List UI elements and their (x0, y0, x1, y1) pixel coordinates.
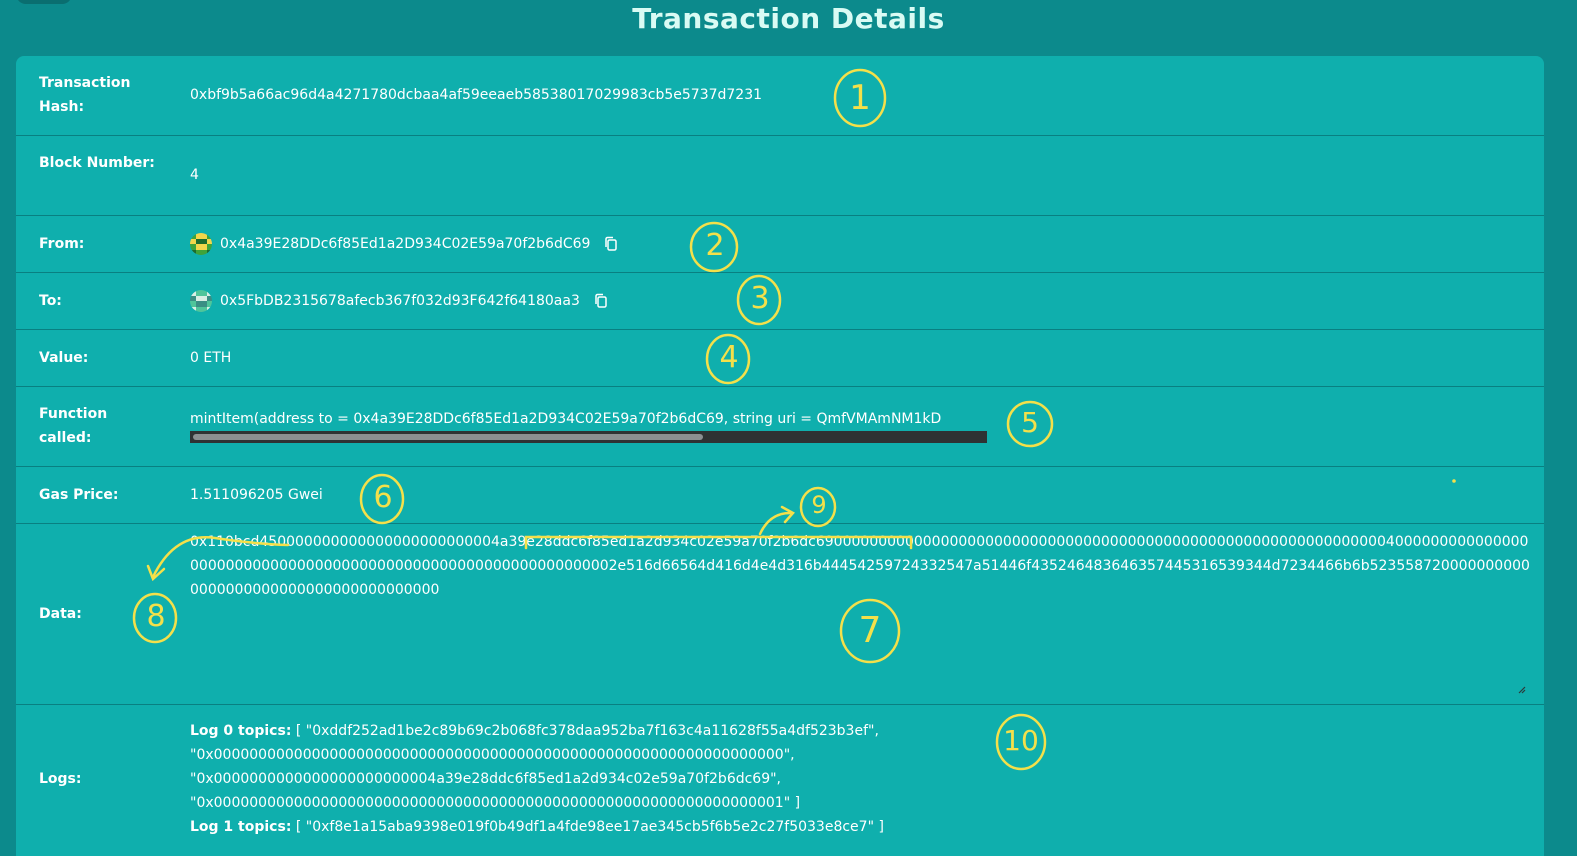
row-transaction-hash: Transaction Hash: 0xbf9b5a66ac96d4a42717… (16, 56, 1544, 136)
function-called-box[interactable]: mintItem(address to = 0x4a39E28DDc6f85Ed… (190, 407, 987, 443)
label-gas-price: Gas Price: (39, 487, 119, 503)
from-address-text: 0x4a39E28DDc6f85Ed1a2D934C02E59a70f2b6dC… (220, 236, 591, 252)
resize-handle-icon[interactable] (1516, 684, 1526, 694)
value-gas-price: 1.511096205 Gwei (190, 487, 323, 503)
annotation-label-6: 6 (373, 480, 393, 515)
annotation-label-10: 10 (1003, 724, 1039, 757)
to-address[interactable]: 0x5FbDB2315678afecb367f032d93F642f64180a… (190, 289, 608, 313)
annotation-label-4: 4 (719, 340, 739, 375)
horizontal-scrollbar[interactable] (190, 431, 987, 443)
annotation-label-9: 9 (811, 491, 827, 519)
page-title: Transaction Details (632, 2, 945, 35)
annotation-label-8: 8 (146, 599, 166, 634)
to-address-text: 0x5FbDB2315678afecb367f032d93F642f64180a… (220, 293, 580, 309)
function-called-scroll[interactable]: mintItem(address to = 0x4a39E28DDc6f85Ed… (190, 407, 987, 431)
row-logs: Logs: Log 0 topics: [ "0xddf252ad1be2c89… (16, 705, 1544, 856)
log-line: "0x0000000000000000000000000000000000000… (190, 747, 795, 763)
log-line: "0x0000000000000000000000004a39e28ddc6f8… (190, 771, 782, 787)
row-value: Value: 0 ETH (16, 330, 1544, 387)
label-logs: Logs: (39, 771, 82, 787)
label-transaction-hash: Transaction Hash: (39, 75, 131, 115)
transaction-details-card: Transaction Hash: 0xbf9b5a66ac96d4a42717… (16, 56, 1544, 856)
scrollbar-thumb[interactable] (193, 434, 703, 440)
label-to: To: (39, 293, 62, 309)
logs-list: Log 0 topics: [ "0xddf252ad1be2c89b69c2b… (190, 719, 884, 839)
annotation-label-7: 7 (858, 610, 882, 651)
log-line: Log 0 topics: [ "0xddf252ad1be2c89b69c2b… (190, 723, 879, 739)
annotation-label-2: 2 (705, 228, 725, 263)
from-avatar-icon (190, 233, 212, 255)
annotation-label-3: 3 (750, 281, 770, 316)
row-data: Data: 0x110bcd45000000000000000000000000… (16, 524, 1544, 705)
copy-icon[interactable] (594, 293, 608, 309)
label-value: Value: (39, 350, 89, 366)
to-avatar-icon (190, 290, 212, 312)
log-line: "0x0000000000000000000000000000000000000… (190, 795, 801, 811)
value-transaction-hash[interactable]: 0xbf9b5a66ac96d4a4271780dcbaa4af59eeaeb5… (190, 83, 762, 107)
label-from: From: (39, 236, 85, 252)
from-address[interactable]: 0x4a39E28DDc6f85Ed1a2D934C02E59a70f2b6dC… (190, 232, 618, 256)
row-block-number: Block Number: 4 (16, 136, 1544, 216)
row-function-called: Function called: mintItem(address to = 0… (16, 387, 1544, 467)
value-amount: 0 ETH (190, 350, 232, 366)
row-from: From: 0x4a39E28DDc6f85Ed1a2D934C02E59a70… (16, 216, 1544, 273)
copy-icon[interactable] (604, 236, 618, 252)
annotation-label-5: 5 (1021, 406, 1039, 439)
value-block-number: 4 (190, 167, 199, 183)
annotation-label-1: 1 (849, 78, 871, 118)
log-line: Log 1 topics: [ "0xf8e1a15aba9398e019f0b… (190, 819, 884, 835)
function-called-text: mintItem(address to = 0x4a39E28DDc6f85Ed… (190, 411, 942, 427)
label-block-number: Block Number: (39, 155, 155, 171)
row-gas-price: Gas Price: 1.511096205 Gwei (16, 467, 1544, 524)
row-to: To: 0x5FbDB2315678afecb367f032d93F642f64… (16, 273, 1544, 330)
label-function-called: Function called: (39, 406, 108, 446)
